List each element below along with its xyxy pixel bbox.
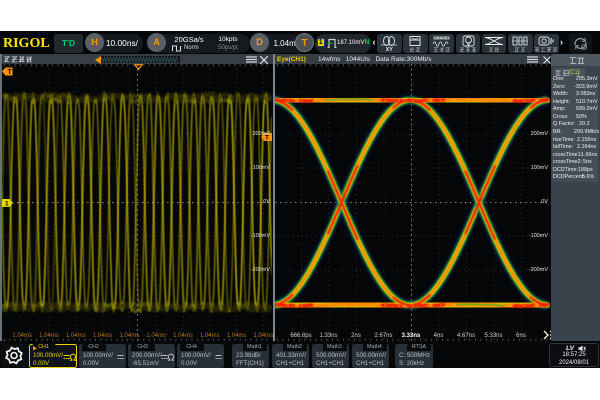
svg-text:1: 1	[5, 200, 9, 207]
svg-text:T: T	[8, 69, 13, 76]
